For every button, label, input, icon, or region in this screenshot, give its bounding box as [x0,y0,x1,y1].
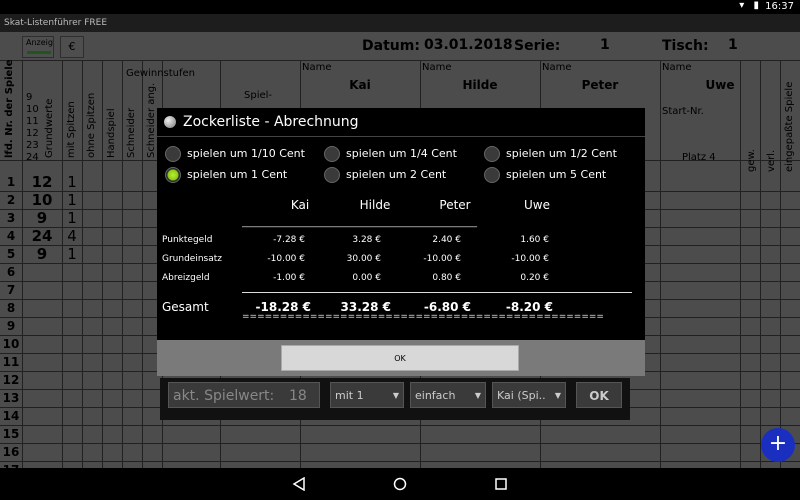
result-value: -1.00 € [273,273,305,283]
dialog-title: Zockerliste - Abrechnung [183,114,359,130]
radio-label: spielen um 1/4 Cent [346,147,457,160]
radio-label: spielen um 1 Cent [187,168,288,181]
zockerliste-dialog: Zockerliste - Abrechnung spielen um 1/10… [157,108,645,376]
result-row-label: Punktegeld [162,235,213,245]
radio-label: spielen um 2 Cent [346,168,447,181]
app-title: Skat-Listenführer FREE [0,14,800,32]
result-value: 3.28 € [352,235,381,245]
total-value: -8.20 € [505,300,553,314]
dialog-title-bar: Zockerliste - Abrechnung [157,108,645,136]
spielwert-ok-label: OK [589,389,609,403]
spielwert-label: akt. Spielwert: [173,388,275,404]
total-label: Gesamt [162,300,209,314]
back-icon[interactable] [292,477,306,491]
app-icon [164,116,176,128]
radio-dot [165,146,181,162]
radio-label: spielen um 1/2 Cent [506,147,617,160]
result-row-label: Grundeinsatz [162,254,222,264]
spielwert-display: akt. Spielwert: 18 [168,382,320,408]
result-value: 0.00 € [352,273,381,283]
radio-dot [324,146,340,162]
status-bar: ▾ ▮ 16:37 [0,0,800,14]
spielwert-bar: akt. Spielwert: 18 mit 1 ▼ einfach ▼ Kai… [160,378,630,420]
dialog-divider [157,136,645,137]
total-value: -18.28 € [255,300,311,314]
result-player-name: Hilde [359,198,391,212]
result-player-name: Uwe [524,198,550,212]
home-icon[interactable] [393,477,407,491]
navigation-bar [0,468,800,500]
result-value: 2.40 € [432,235,461,245]
result-value: -10.00 € [267,254,305,264]
separator-line [242,292,632,293]
recents-icon[interactable] [494,477,508,491]
total-value: 33.28 € [340,300,391,314]
art-select-value: einfach [415,389,456,402]
mit-select-value: mit 1 [335,389,364,402]
radio-label: spielen um 5 Cent [506,168,607,181]
total-value: -6.80 € [423,300,471,314]
radio-dot-selected [165,167,181,183]
art-select[interactable]: einfach ▼ [410,382,486,408]
radio-dot [484,167,500,183]
spielwert-value: 18 [289,388,307,404]
wifi-battery-icons: ▾ ▮ [739,0,762,11]
result-value: -10.00 € [511,254,549,264]
result-value: -10.00 € [423,254,461,264]
ok-button[interactable]: OK [281,345,519,371]
result-value: 30.00 € [346,254,381,264]
dialog-footer: OK [157,340,645,376]
plus-icon: + [768,431,788,456]
result-row-label: Abreizgeld [162,273,210,283]
radio-dot [484,146,500,162]
result-player-name: Peter [439,198,471,212]
result-value: 0.80 € [432,273,461,283]
player-select[interactable]: Kai (Spi.. ▼ [492,382,566,408]
result-value: 0.20 € [520,273,549,283]
spielwert-ok-button[interactable]: OK [576,382,622,408]
chevron-down-icon: ▼ [392,391,399,400]
status-clock: 16:37 [765,1,794,12]
chevron-down-icon: ▼ [474,391,481,400]
result-player-name: Kai [290,198,310,212]
radio-dot [324,167,340,183]
mit-select[interactable]: mit 1 ▼ [330,382,404,408]
separator-line: ________________________________________… [242,218,477,228]
player-select-value: Kai (Spi.. [497,389,546,402]
double-rule: ========================================… [242,313,604,322]
add-fab-button[interactable]: + [761,428,795,462]
ok-label: OK [394,354,406,363]
result-value: -7.28 € [273,235,305,245]
chevron-down-icon: ▼ [554,391,561,400]
radio-label: spielen um 1/10 Cent [187,147,305,160]
result-value: 1.60 € [520,235,549,245]
